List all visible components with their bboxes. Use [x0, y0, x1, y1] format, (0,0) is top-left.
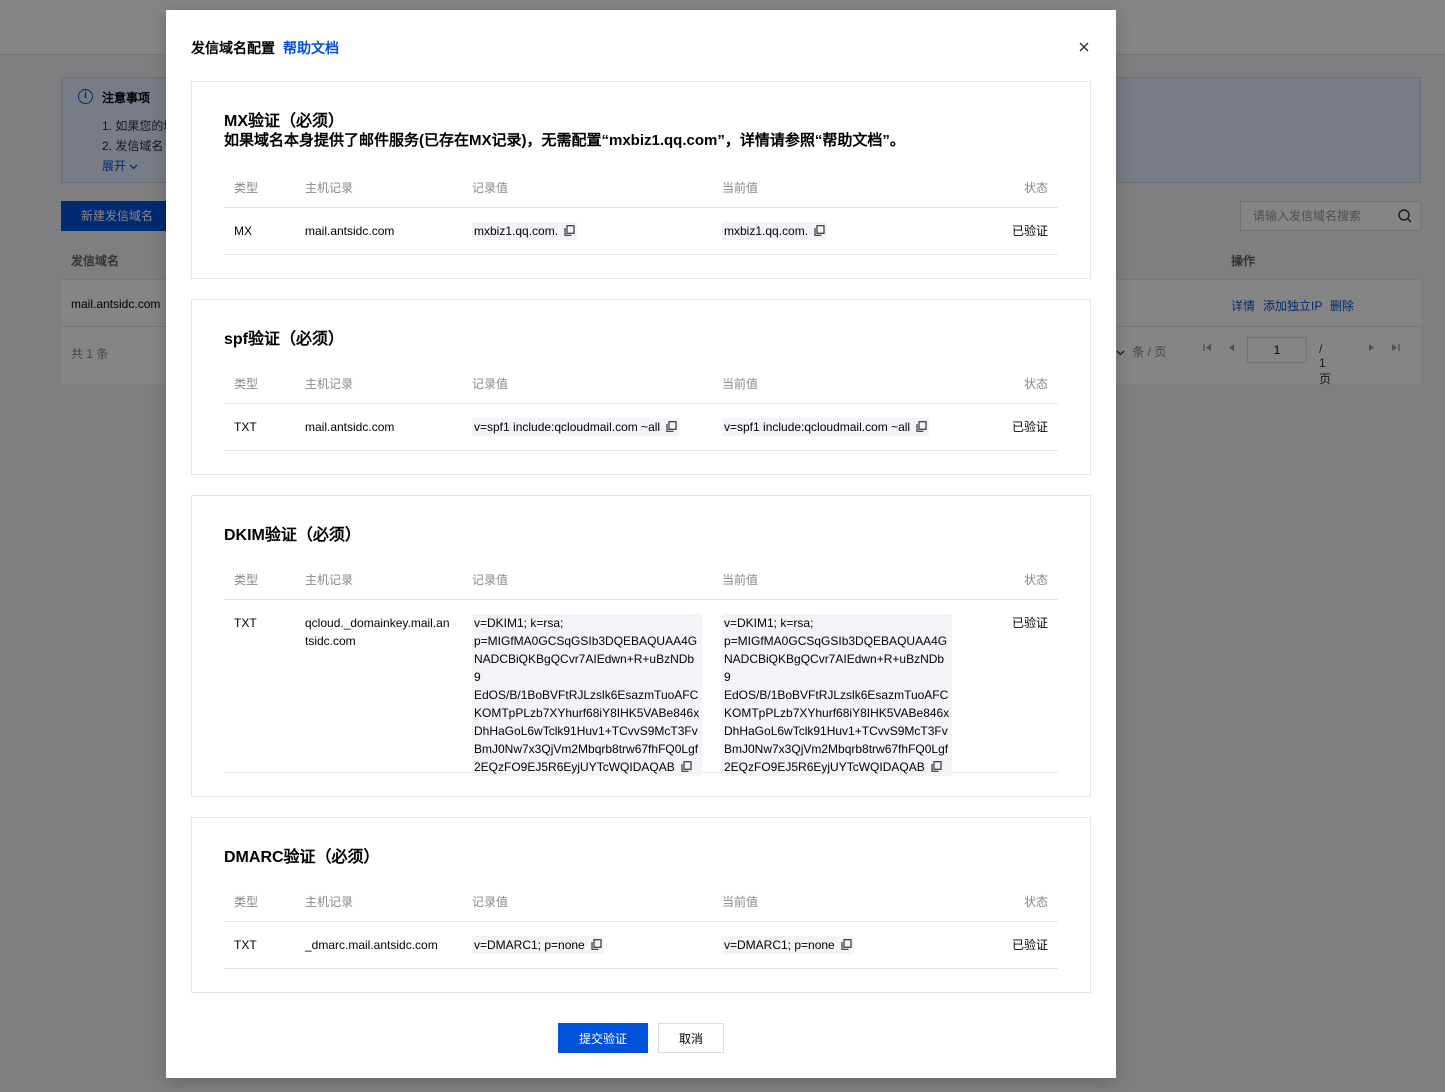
- mx-verification-section: MX验证（必须） 如果域名本身提供了邮件服务(已存在MX记录)，无需配置“mxb…: [191, 81, 1091, 279]
- record-value: v=DKIM1; k=rsa; p=MIGfMA0GCSqGSIb3DQEBAQ…: [472, 614, 702, 776]
- record-type: MX: [234, 224, 252, 238]
- column-header: 主机记录: [305, 377, 354, 391]
- section-title: DMARC验证（必须）: [224, 849, 380, 866]
- current-line: DhHaGoL6wTclk91Huv1+TCvvS9McT3Fv: [724, 724, 948, 738]
- current-value: mxbiz1.qq.com.: [722, 222, 828, 240]
- value-line: KOMTpPLzb7XYhurf68iY8IHK5VABe846x: [474, 706, 700, 720]
- column-header: 类型: [234, 573, 259, 587]
- section-title: DKIM验证（必须）: [224, 527, 361, 544]
- record-host: mail.antsidc.com: [305, 420, 395, 434]
- table-header: 类型 主机记录 记录值 当前值 状态: [224, 558, 1058, 600]
- table-row: TXT mail.antsidc.com v=spf1 include:qclo…: [224, 404, 1058, 451]
- record-host: qcloud._domainkey.mail.an tsidc.com: [305, 614, 455, 650]
- current-line: 2EQzFO9EJ5R6EyjUYTcWQIDAQAB: [724, 760, 925, 774]
- current-line: BmJ0Nw7x3QjVm2Mbqrb8trw67fhFQ0Lgf: [724, 742, 949, 756]
- value-line: 2EQzFO9EJ5R6EyjUYTcWQIDAQAB: [474, 760, 675, 774]
- copy-icon[interactable]: [841, 937, 852, 950]
- copy-icon[interactable]: [564, 223, 575, 236]
- column-header: 状态: [1023, 895, 1048, 909]
- record-table: 类型 主机记录 记录值 当前值 状态 TXT qcloud._domainkey…: [224, 558, 1058, 776]
- value-line: BmJ0Nw7x3QjVm2Mbqrb8trw67fhFQ0Lgf: [474, 742, 699, 756]
- value-line: p=MIGfMA0GCSqGSIb3DQEBAQUAA4G: [474, 634, 698, 648]
- column-header: 记录值: [472, 181, 509, 195]
- close-icon[interactable]: [1077, 40, 1091, 54]
- current-line: KOMTpPLzb7XYhurf68iY8IHK5VABe846x: [724, 706, 950, 720]
- status-badge: 已验证: [1011, 224, 1048, 238]
- column-header: 状态: [1023, 181, 1048, 195]
- section-description: 如果域名本身提供了邮件服务(已存在MX记录)，无需配置“mxbiz1.qq.co…: [224, 132, 905, 149]
- dkim-verification-section: DKIM验证（必须） 类型 主机记录 记录值 当前值 状态 TXT qcloud…: [191, 495, 1091, 797]
- section-title: MX验证（必须）: [224, 113, 345, 130]
- record-type: TXT: [234, 938, 257, 952]
- column-header: 主机记录: [305, 573, 354, 587]
- record-value-text: mxbiz1.qq.com.: [474, 224, 559, 238]
- column-header: 类型: [234, 181, 259, 195]
- copy-icon[interactable]: [916, 419, 927, 432]
- column-header: 类型: [234, 895, 259, 909]
- record-value: mxbiz1.qq.com.: [472, 222, 578, 240]
- current-line: v=DKIM1; k=rsa;: [724, 616, 814, 630]
- domain-config-dialog: 发信域名配置 帮助文档 MX验证（必须） 如果域名本身提供了邮件服务(已存在MX…: [166, 10, 1116, 1078]
- copy-icon[interactable]: [591, 937, 602, 950]
- dmarc-verification-section: DMARC验证（必须） 类型 主机记录 记录值 当前值 状态 TXT _dmar…: [191, 817, 1091, 993]
- table-header: 类型 主机记录 记录值 当前值 状态: [224, 362, 1058, 404]
- column-header: 类型: [234, 377, 259, 391]
- table-header: 类型 主机记录 记录值 当前值 状态: [224, 880, 1058, 922]
- cancel-button[interactable]: 取消: [658, 1023, 724, 1053]
- record-type: TXT: [234, 420, 257, 434]
- spf-verification-section: spf验证（必须） 类型 主机记录 记录值 当前值 状态 TXT mail.an…: [191, 299, 1091, 475]
- status-badge: 已验证: [1011, 420, 1048, 434]
- help-doc-link[interactable]: 帮助文档: [283, 38, 339, 58]
- status-badge: 已验证: [1011, 938, 1048, 952]
- section-title: spf验证（必须）: [224, 331, 345, 348]
- column-header: 记录值: [472, 377, 509, 391]
- current-value-text: mxbiz1.qq.com.: [724, 224, 809, 238]
- column-header: 状态: [1023, 377, 1048, 391]
- table-row: MX mail.antsidc.com mxbiz1.qq.com. mxbiz…: [224, 208, 1058, 255]
- value-line: DhHaGoL6wTclk91Huv1+TCvvS9McT3Fv: [474, 724, 698, 738]
- value-line: v=DKIM1; k=rsa;: [474, 616, 564, 630]
- record-host-line: tsidc.com: [305, 634, 356, 648]
- record-value-text: v=DMARC1; p=none: [474, 938, 585, 952]
- record-host: mail.antsidc.com: [305, 224, 395, 238]
- copy-icon[interactable]: [814, 223, 825, 236]
- table-row: TXT qcloud._domainkey.mail.an tsidc.com …: [224, 600, 1058, 776]
- table-header: 类型 主机记录 记录值 当前值 状态: [224, 166, 1058, 208]
- record-value: v=spf1 include:qcloudmail.com ~all: [472, 418, 680, 436]
- column-header: 记录值: [472, 895, 509, 909]
- current-value-text: v=DMARC1; p=none: [724, 938, 835, 952]
- value-line: NADCBiQKBgQCvr7AIEdwn+R+uBzNDb9: [474, 652, 695, 684]
- dialog-title: 发信域名配置: [191, 40, 275, 56]
- column-header: 记录值: [472, 573, 509, 587]
- record-host: _dmarc.mail.antsidc.com: [305, 938, 438, 952]
- copy-icon[interactable]: [931, 759, 942, 772]
- column-header: 当前值: [722, 895, 759, 909]
- record-table: 类型 主机记录 记录值 当前值 状态 TXT mail.antsidc.com …: [224, 362, 1058, 451]
- record-table: 类型 主机记录 记录值 当前值 状态 TXT _dmarc.mail.antsi…: [224, 880, 1058, 969]
- column-header: 当前值: [722, 573, 759, 587]
- current-line: EdOS/B/1BoBVFtRJLzslk6EsazmTuoAFC: [724, 688, 949, 702]
- value-line: EdOS/B/1BoBVFtRJLzslk6EsazmTuoAFC: [474, 688, 699, 702]
- current-value-text: v=spf1 include:qcloudmail.com ~all: [724, 420, 911, 434]
- column-header: 当前值: [722, 181, 759, 195]
- status-badge: 已验证: [1011, 616, 1048, 630]
- record-value-text: v=spf1 include:qcloudmail.com ~all: [474, 420, 661, 434]
- copy-icon[interactable]: [681, 759, 692, 772]
- copy-icon[interactable]: [666, 419, 677, 432]
- current-value: v=spf1 include:qcloudmail.com ~all: [722, 418, 930, 436]
- current-value: v=DMARC1; p=none: [722, 936, 854, 954]
- record-value: v=DMARC1; p=none: [472, 936, 604, 954]
- current-line: NADCBiQKBgQCvr7AIEdwn+R+uBzNDb9: [724, 652, 945, 684]
- current-line: p=MIGfMA0GCSqGSIb3DQEBAQUAA4G: [724, 634, 948, 648]
- record-type: TXT: [234, 616, 257, 630]
- table-row: TXT _dmarc.mail.antsidc.com v=DMARC1; p=…: [224, 922, 1058, 969]
- record-table: 类型 主机记录 记录值 当前值 状态 MX mail.antsidc.com m…: [224, 166, 1058, 255]
- column-header: 主机记录: [305, 181, 354, 195]
- submit-verification-button[interactable]: 提交验证: [558, 1023, 648, 1053]
- column-header: 主机记录: [305, 895, 354, 909]
- column-header: 当前值: [722, 377, 759, 391]
- current-value: v=DKIM1; k=rsa; p=MIGfMA0GCSqGSIb3DQEBAQ…: [722, 614, 952, 776]
- column-header: 状态: [1023, 573, 1048, 587]
- record-host-line: qcloud._domainkey.mail.an: [305, 616, 450, 630]
